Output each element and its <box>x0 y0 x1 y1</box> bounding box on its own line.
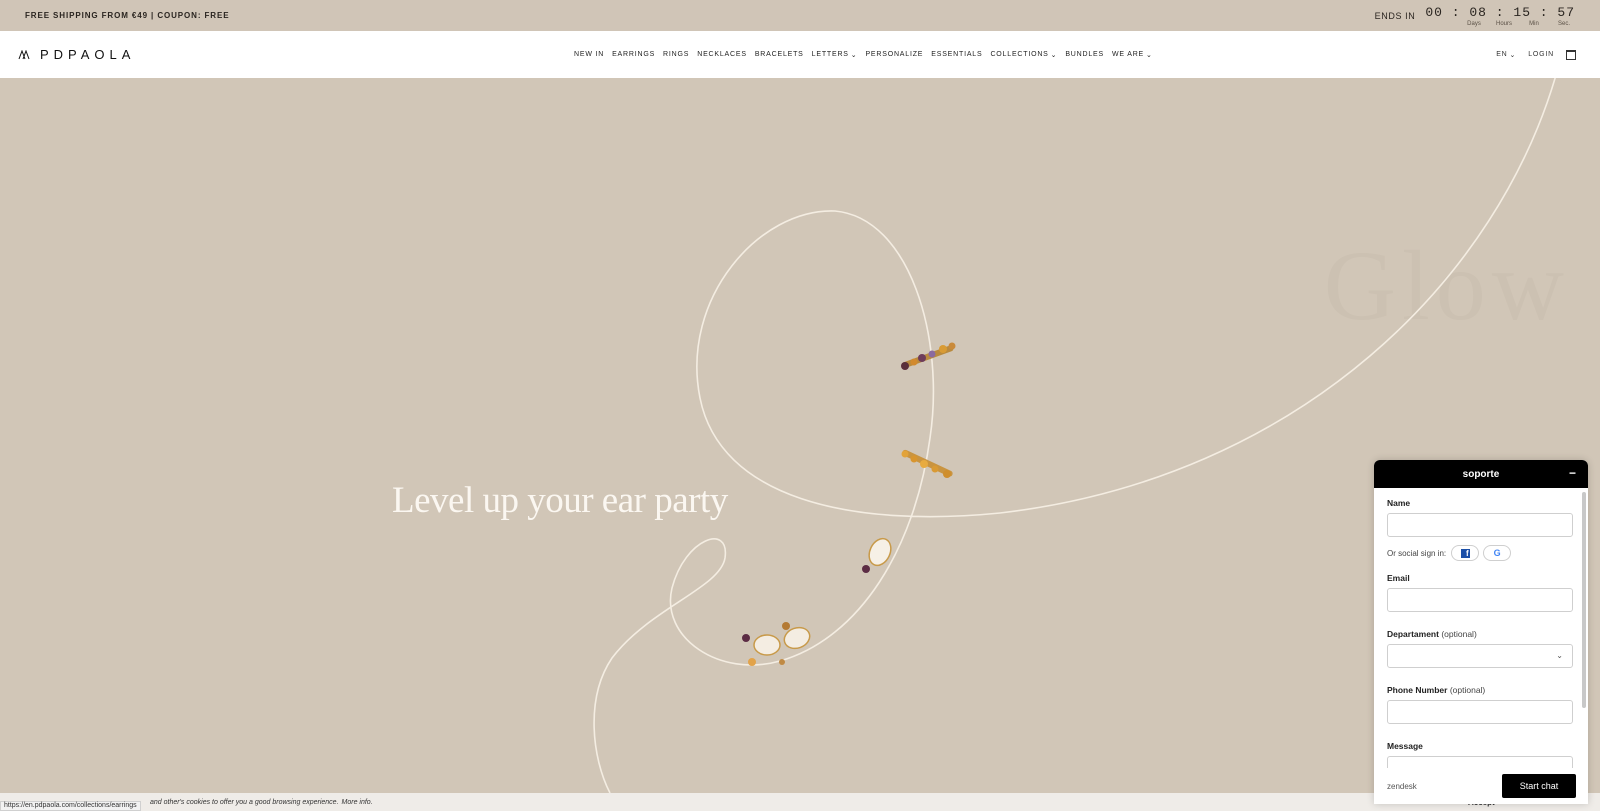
logo-mark-icon <box>18 49 30 60</box>
nav-item-essentials[interactable]: ESSENTIALS <box>931 51 982 58</box>
name-label: Name <box>1387 498 1411 508</box>
nav-item-earrings[interactable]: EARRINGS <box>612 51 655 58</box>
phone-label: Phone Number (optional) <box>1387 685 1486 695</box>
chevron-down-icon: ⌄ <box>1509 51 1517 59</box>
google-sign-in-button[interactable]: G <box>1483 545 1512 561</box>
name-field[interactable] <box>1387 513 1573 537</box>
cookie-text: and other's cookies to offer you a good … <box>150 798 339 806</box>
nav-item-we-are[interactable]: WE ARE ⌄ <box>1112 51 1153 59</box>
email-field[interactable] <box>1387 588 1573 612</box>
facebook-icon: f <box>1460 548 1470 558</box>
ends-in-label: ENDS IN <box>1374 10 1416 21</box>
chevron-down-icon: ⌄ <box>850 51 858 59</box>
site-header: PDPAOLA NEW IN EARRINGS RINGS NECKLACES … <box>0 31 1600 78</box>
countdown-unit-hours: Hours <box>1495 20 1512 27</box>
countdown-unit-min: Min <box>1529 20 1539 27</box>
phone-field[interactable] <box>1387 700 1573 724</box>
department-select[interactable]: ⌄ <box>1387 644 1573 668</box>
login-link[interactable]: LOGIN <box>1528 51 1554 58</box>
social-sign-in: Or social sign in: f G <box>1387 545 1574 561</box>
social-sign-in-label: Or social sign in: <box>1387 548 1447 558</box>
main-nav: NEW IN EARRINGS RINGS NECKLACES BRACELET… <box>574 31 1161 78</box>
facebook-sign-in-button[interactable]: f <box>1451 545 1480 561</box>
cookie-banner: and other's cookies to offer you a good … <box>0 793 1600 811</box>
chevron-down-icon: ⌄ <box>1556 651 1563 660</box>
chat-widget: soporte − Name Or social sign in: f G Em… <box>1374 460 1588 804</box>
nav-item-collections[interactable]: COLLECTIONS ⌄ <box>990 51 1057 59</box>
countdown: ENDS IN 00 : 08 : 15 : 57 Days Hours Min… <box>1375 5 1575 27</box>
department-label: Departament (optional) <box>1387 629 1477 639</box>
chat-header: soporte − <box>1374 460 1588 488</box>
chat-form: Name Or social sign in: f G Email Depart… <box>1374 488 1588 804</box>
minimize-icon[interactable]: − <box>1569 467 1576 479</box>
start-chat-button[interactable]: Start chat <box>1502 774 1576 798</box>
zendesk-link[interactable]: zendesk <box>1387 782 1417 791</box>
nav-item-personalize[interactable]: PERSONALIZE <box>865 51 923 58</box>
promo-text: FREE SHIPPING FROM €49 | COUPON: FREE <box>25 11 230 20</box>
nav-item-rings[interactable]: RINGS <box>663 51 689 58</box>
chevron-down-icon: ⌄ <box>1050 51 1058 59</box>
chevron-down-icon: ⌄ <box>1146 51 1153 59</box>
message-label: Message <box>1387 741 1423 751</box>
nav-item-necklaces[interactable]: NECKLACES <box>697 51 747 58</box>
countdown-unit-sec: Sec. <box>1557 20 1570 27</box>
chat-scrollbar[interactable] <box>1582 492 1586 708</box>
google-icon: G <box>1493 548 1501 558</box>
status-bar-url: https://en.pdpaola.com/collections/earri… <box>0 801 141 811</box>
cookie-more-info-link[interactable]: More info. <box>342 799 373 806</box>
earring-jewelry-image <box>742 342 956 666</box>
language-selector[interactable]: EN ⌄ <box>1496 51 1516 59</box>
nav-item-letters[interactable]: LETTERS ⌄ <box>812 51 858 59</box>
hero-banner[interactable]: Glow Level up your ear party <box>0 78 1600 793</box>
countdown-unit-days: Days <box>1467 20 1481 27</box>
shopping-bag-icon[interactable] <box>1566 49 1576 60</box>
countdown-digits: 00 : 08 : 15 : 57 <box>1425 4 1575 20</box>
nav-item-new-in[interactable]: NEW IN <box>574 51 604 58</box>
logo-text: PDPAOLA <box>40 47 136 62</box>
email-label: Email <box>1387 573 1410 583</box>
chat-footer: zendesk Start chat <box>1374 768 1588 804</box>
header-actions: EN ⌄ LOGIN <box>1496 31 1576 78</box>
hero-title[interactable]: Level up your ear party <box>392 479 728 522</box>
announcement-bar: FREE SHIPPING FROM €49 | COUPON: FREE EN… <box>0 0 1600 31</box>
logo[interactable]: PDPAOLA <box>18 47 135 62</box>
nav-item-bundles[interactable]: BUNDLES <box>1065 51 1104 58</box>
chat-title: soporte <box>1462 468 1500 480</box>
nav-item-bracelets[interactable]: BRACELETS <box>755 51 804 58</box>
